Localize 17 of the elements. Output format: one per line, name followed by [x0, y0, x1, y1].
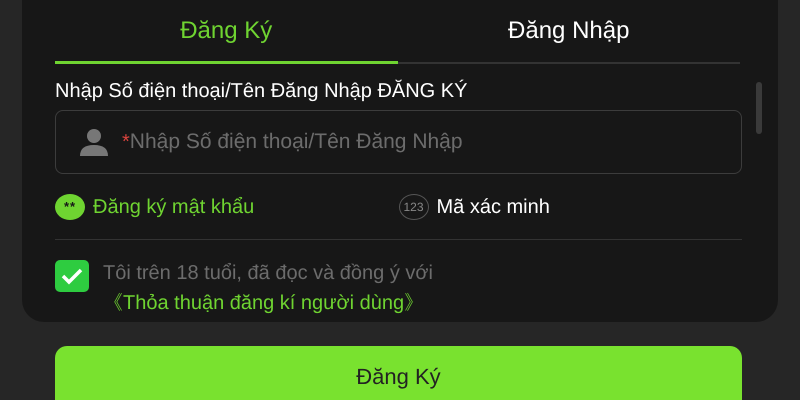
- agreement-text: Tôi trên 18 tuổi, đã đọc và đồng ý với 《Thỏa thuận đăng kí người dùng》: [103, 258, 663, 318]
- password-option[interactable]: ** Đăng ký mật khẩu: [55, 192, 398, 222]
- check-icon: [61, 267, 83, 285]
- agree-checkbox[interactable]: [55, 260, 89, 292]
- scrollbar[interactable]: [756, 82, 762, 134]
- required-mark: *: [122, 130, 130, 155]
- password-icon: **: [55, 194, 85, 220]
- code-option[interactable]: 123 Mã xác minh: [398, 192, 742, 222]
- tab[interactable]: Đăng Ký: [55, 0, 398, 64]
- field-label: Nhập Số điện thoại/Tên Đăng Nhập ĐĂNG KÝ: [55, 80, 468, 102]
- username-field[interactable]: *Nhập Số điện thoại/Tên Đăng Nhập: [55, 110, 742, 174]
- tab[interactable]: Đăng Nhập: [398, 0, 740, 64]
- register-button[interactable]: Đăng Ký: [55, 346, 742, 400]
- username-input[interactable]: Nhập Số điện thoại/Tên Đăng Nhập: [130, 126, 741, 158]
- code-icon: 123: [398, 194, 428, 220]
- terms-link[interactable]: 《Thỏa thuận đăng kí người dùng》: [103, 288, 424, 318]
- user-icon: [78, 128, 110, 156]
